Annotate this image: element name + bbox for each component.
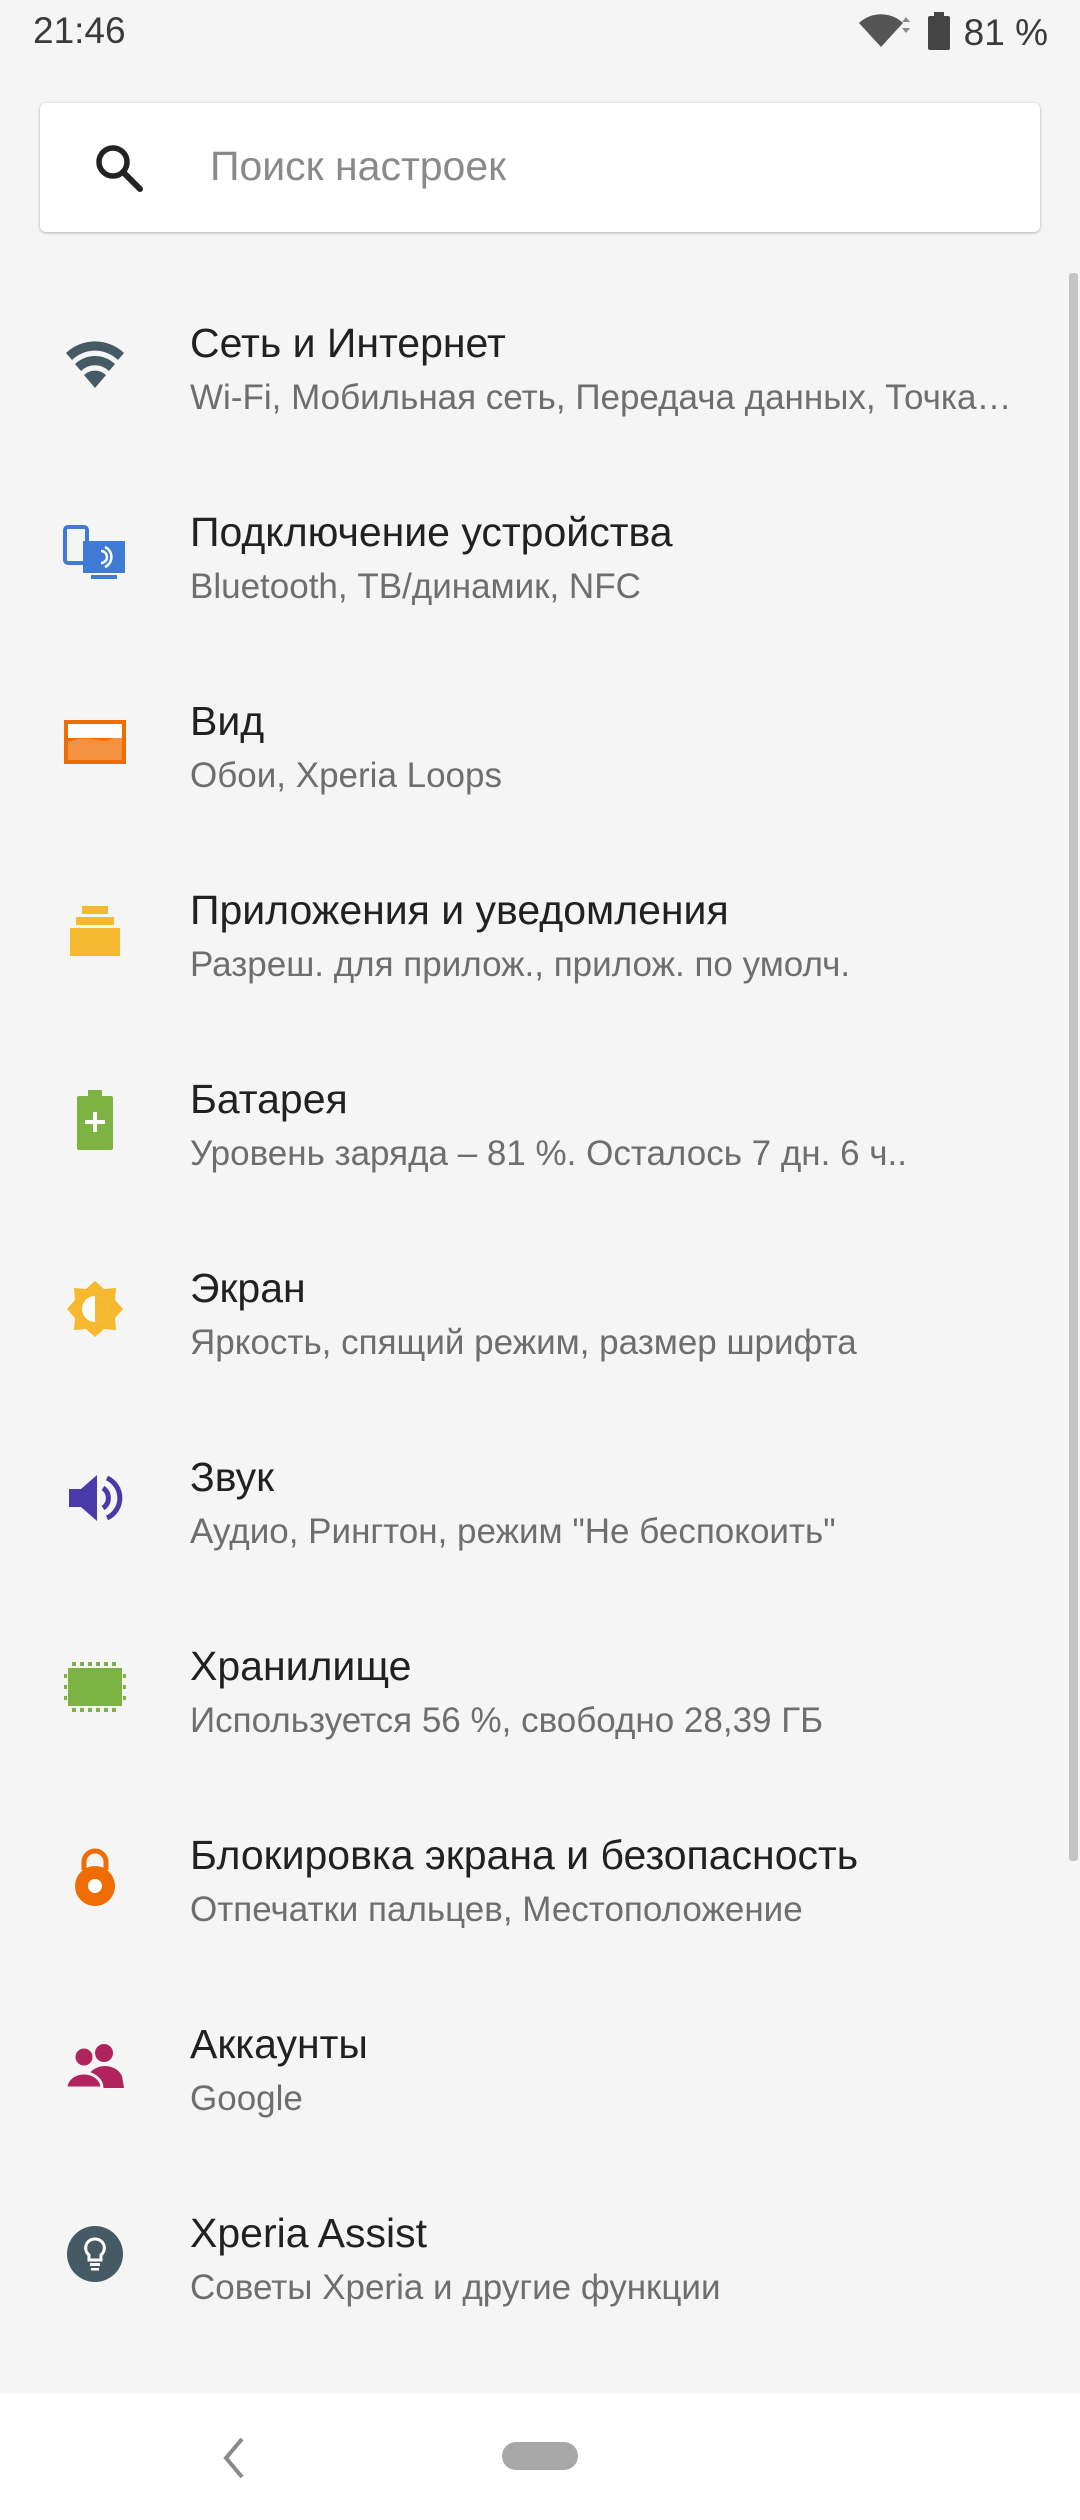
wifi-icon [60,329,130,399]
status-bar: 21:46 81 % [0,0,1080,66]
item-title: Аккаунты [190,2021,368,2067]
item-subtitle: Используется 56 %, свободно 28,39 ГБ [190,1701,824,1740]
settings-item-xperia-assist[interactable]: Xperia Assist Советы Xperia и другие фун… [0,2163,1068,2352]
settings-screen: 21:46 81 % Поиск настроек Сеть и Интерне… [0,0,1080,2520]
item-subtitle: Wi-Fi, Мобильная сеть, Передача данных, … [190,378,1020,417]
search-icon [92,141,146,195]
item-title: Батарея [190,1076,348,1122]
item-subtitle: Отпечатки пальцев, Местоположение [190,1890,803,1929]
item-subtitle: Разреш. для прилож., прилож. по умолч. [190,945,851,984]
settings-item-storage[interactable]: Хранилище Используется 56 %, свободно 28… [0,1596,1068,1785]
battery-icon [927,11,950,55]
item-subtitle: Уровень заряда – 81 %. Осталось 7 дн. 6 … [190,1134,907,1173]
settings-list: Сеть и Интернет Wi-Fi, Мобильная сеть, П… [0,273,1080,2393]
item-subtitle: Bluetooth, ТВ/динамик, NFC [190,567,641,606]
battery-plus-icon [60,1085,130,1155]
settings-item-accounts[interactable]: Аккаунты Google [0,1974,1068,2163]
settings-item-display-style[interactable]: Вид Обои, Xperia Loops [0,651,1068,840]
lightbulb-icon [60,2219,130,2289]
storage-icon [60,1652,130,1722]
item-title: Экран [190,1265,306,1311]
search-placeholder: Поиск настроек [210,143,507,189]
settings-item-sound[interactable]: Звук Аудио, Рингтон, режим "Не беспокоит… [0,1407,1068,1596]
item-title: Хранилище [190,1643,412,1689]
brightness-icon [60,1274,130,1344]
back-icon[interactable] [218,2433,248,2483]
status-icons: 81 % [856,10,1048,56]
lock-icon [60,1841,130,1911]
item-subtitle: Яркость, спящий режим, размер шрифта [190,1323,857,1362]
item-title: Подключение устройства [190,509,673,555]
item-subtitle: Советы Xperia и другие функции [190,2268,721,2307]
item-title: Звук [190,1454,275,1500]
item-title: Блокировка экрана и безопасность [190,1832,859,1878]
item-title: Вид [190,698,265,744]
item-title: Xperia Assist [190,2210,427,2256]
battery-percent: 81 % [963,12,1048,53]
wifi-icon [856,11,914,56]
settings-item-display[interactable]: Экран Яркость, спящий режим, размер шриф… [0,1218,1068,1407]
item-subtitle: Аудио, Рингтон, режим "Не беспокоить" [190,1512,836,1551]
item-subtitle: Google [190,2079,303,2118]
item-title: Сеть и Интернет [190,320,506,366]
status-time: 21:46 [33,10,126,51]
settings-item-battery[interactable]: Батарея Уровень заряда – 81 %. Осталось … [0,1029,1068,1218]
navigation-bar [0,2393,1080,2520]
item-subtitle: Обои, Xperia Loops [190,756,502,795]
settings-item-connected-devices[interactable]: Подключение устройства Bluetooth, ТВ/дин… [0,462,1068,651]
item-title: Приложения и уведомления [190,887,729,933]
settings-item-network[interactable]: Сеть и Интернет Wi-Fi, Мобильная сеть, П… [0,273,1068,462]
settings-item-apps[interactable]: Приложения и уведомления Разреш. для при… [0,840,1068,1029]
home-pill-icon[interactable] [502,2442,578,2470]
connected-devices-icon [60,518,130,588]
scrollbar[interactable] [1069,273,1078,1861]
settings-item-security[interactable]: Блокировка экрана и безопасность Отпечат… [0,1785,1068,1974]
search-bar[interactable]: Поиск настроек [40,103,1040,232]
wallpaper-icon [60,707,130,777]
apps-icon [60,896,130,966]
accounts-icon [60,2030,130,2100]
volume-icon [60,1463,130,1533]
